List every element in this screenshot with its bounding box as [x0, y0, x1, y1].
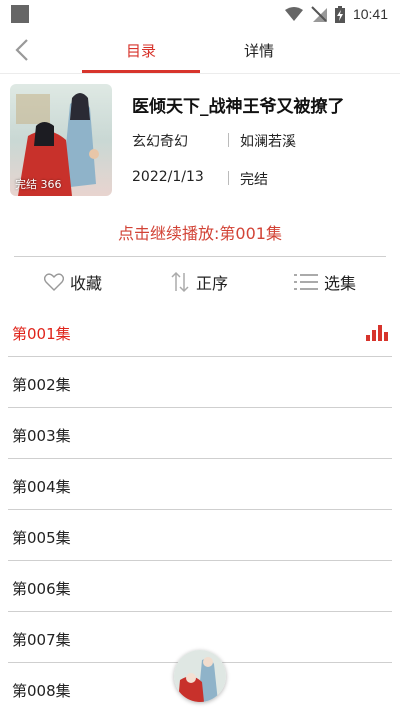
episode-label: 第004集 [12, 478, 71, 496]
book-date: 2022/1/13 [132, 169, 204, 185]
select-episode-button[interactable]: 选集 [294, 270, 356, 294]
favorite-label: 收藏 [70, 274, 103, 293]
notification-icon [11, 5, 29, 23]
episode-item[interactable]: 第004集 [0, 459, 400, 510]
status-icons: 10:41 [284, 4, 388, 24]
divider [14, 256, 386, 257]
episode-label: 第006集 [12, 580, 71, 598]
favorite-button[interactable]: 收藏 [44, 270, 102, 294]
episode-label: 第008集 [12, 682, 71, 700]
select-episode-label: 选集 [324, 274, 357, 293]
cover-status-label: 完结 366 [15, 178, 62, 191]
wifi-icon [284, 7, 303, 21]
episode-label: 第007集 [12, 631, 71, 649]
book-status: 完结 [240, 172, 268, 188]
clock: 10:41 [352, 6, 388, 22]
order-label: 正序 [196, 274, 229, 293]
book-cover[interactable]: 完结 366 [10, 84, 112, 196]
no-signal-icon [311, 6, 327, 22]
meta-separator [228, 171, 229, 185]
meta-separator [228, 133, 229, 147]
book-genre: 玄幻奇幻 [132, 134, 188, 150]
episode-label: 第005集 [12, 529, 71, 547]
status-bar: 10:41 [0, 0, 400, 28]
active-tab-indicator [82, 70, 200, 73]
battery-charging-icon [334, 5, 345, 23]
continue-play-button[interactable]: 点击继续播放:第001集 [0, 220, 400, 244]
episode-label: 第003集 [12, 427, 71, 445]
nav-bar: 目录 详情 [0, 28, 400, 74]
episode-item[interactable]: 第006集 [0, 561, 400, 612]
playing-bars-icon [366, 325, 388, 341]
order-button[interactable]: 正序 [170, 270, 228, 294]
episode-label: 第002集 [12, 376, 71, 394]
tab-catalog[interactable]: 目录 [82, 40, 200, 61]
heart-icon [44, 273, 64, 291]
book-title: 医倾天下_战神王爷又被撩了 [132, 97, 345, 117]
episode-label: 第001集 [12, 325, 71, 343]
list-icon [294, 274, 318, 290]
mini-cover-illustration [174, 650, 226, 702]
sort-icon [171, 271, 189, 293]
episode-item-active[interactable]: 第001集 [0, 306, 400, 357]
back-arrow-icon[interactable] [10, 37, 36, 63]
mini-player-thumbnail[interactable] [174, 650, 226, 702]
episode-item[interactable]: 第002集 [0, 357, 400, 408]
tab-details[interactable]: 详情 [200, 40, 318, 61]
book-author: 如澜若溪 [240, 134, 296, 150]
episode-item[interactable]: 第005集 [0, 510, 400, 561]
episode-item[interactable]: 第003集 [0, 408, 400, 459]
